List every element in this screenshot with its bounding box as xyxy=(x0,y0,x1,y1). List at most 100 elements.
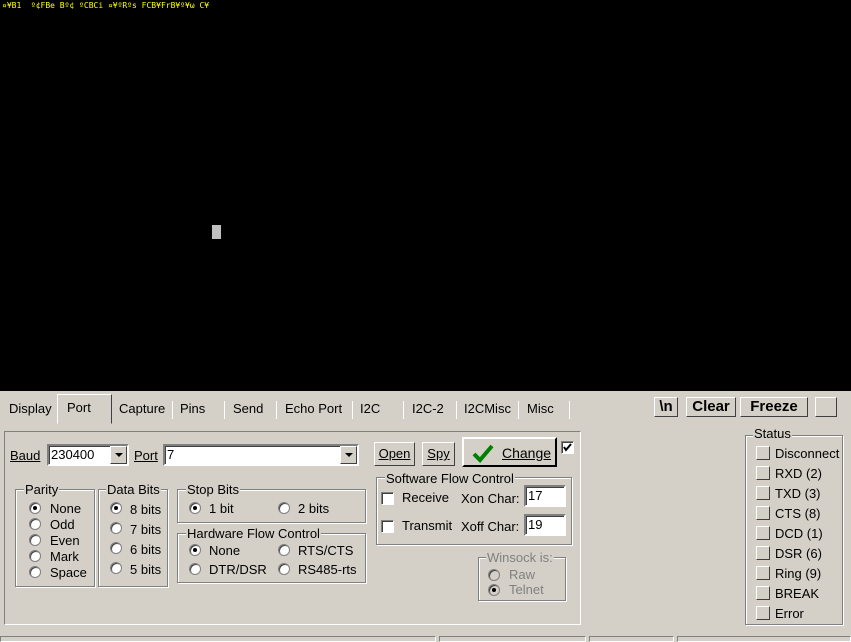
parity-mark-radio[interactable] xyxy=(29,550,41,562)
transmit-checkbox[interactable] xyxy=(381,520,394,533)
port-dropdown-arrow-icon[interactable] xyxy=(340,446,357,464)
status-cts-indicator xyxy=(756,506,770,520)
tab-separator xyxy=(352,401,353,419)
extra-toolbar-button[interactable] xyxy=(815,397,837,417)
tab-port-active[interactable]: Port xyxy=(57,394,112,424)
databits-8-label: 8 bits xyxy=(130,502,162,517)
stopbits-1-radio[interactable] xyxy=(189,502,201,514)
hwflow-rtscts-radio[interactable] xyxy=(278,544,290,556)
change-button[interactable]: Change xyxy=(462,437,557,467)
tab-separator xyxy=(518,401,519,419)
status-rxd-label: RXD (2) xyxy=(775,466,822,481)
port-value: 7 xyxy=(167,447,175,462)
receive-checkbox[interactable] xyxy=(381,492,394,505)
change-checkbox[interactable] xyxy=(561,441,574,454)
xoff-label: Xoff Char: xyxy=(461,519,520,534)
tab-i2c-2[interactable]: I2C-2 xyxy=(412,399,444,421)
checkmark-icon xyxy=(472,444,494,463)
tab-display[interactable]: Display xyxy=(9,399,52,421)
newline-button[interactable]: \n xyxy=(654,397,678,417)
parity-mark-label: Mark xyxy=(50,549,79,564)
parity-even-label: Even xyxy=(50,533,80,548)
terminal-screen[interactable]: ¤¥B1 º¢FBe Bº¢ ºCBCi ¤¥ºRºs FCB¥FrB¥º¥ω … xyxy=(0,0,851,391)
databits-5-radio[interactable] xyxy=(110,562,122,574)
status-txd-indicator xyxy=(756,486,770,500)
open-button[interactable]: Open xyxy=(374,442,415,466)
parity-none-label: None xyxy=(50,501,82,516)
status-ring-indicator xyxy=(756,566,770,580)
winsock-raw-label: Raw xyxy=(509,567,536,582)
transmit-label: Transmit xyxy=(402,518,453,533)
winsock-telnet-label: Telnet xyxy=(509,582,544,597)
status-disconnect-indicator xyxy=(756,446,770,460)
hwflow-rtscts-label: RTS/CTS xyxy=(298,543,354,558)
spy-button-label: Spy xyxy=(427,446,450,461)
tab-misc[interactable]: Misc xyxy=(527,399,554,421)
status-dsr-indicator xyxy=(756,546,770,560)
tab-pins[interactable]: Pins xyxy=(180,399,205,421)
databits-6-radio[interactable] xyxy=(110,542,122,554)
tab-i2cmisc[interactable]: I2CMisc xyxy=(464,399,511,421)
winsock-raw-radio[interactable] xyxy=(488,569,500,581)
tab-separator xyxy=(569,401,570,419)
hwflow-dtrdsr-radio[interactable] xyxy=(189,563,201,575)
status-dsr-label: DSR (6) xyxy=(775,546,822,561)
status-bar-pane xyxy=(439,636,586,642)
tab-capture[interactable]: Capture xyxy=(119,399,165,421)
freeze-button[interactable]: Freeze xyxy=(740,397,808,417)
clear-button[interactable]: Clear xyxy=(686,397,736,417)
xoff-input[interactable]: 19 xyxy=(524,514,566,536)
parity-none-radio[interactable] xyxy=(29,502,41,514)
terminal-text: ¤¥B1 º¢FBe Bº¢ ºCBCi ¤¥ºRºs FCB¥FrB¥º¥ω … xyxy=(2,1,210,10)
change-button-label: Change xyxy=(502,445,552,461)
stopbits-2-label: 2 bits xyxy=(298,501,330,516)
status-cts-label: CTS (8) xyxy=(775,506,821,521)
status-break-indicator xyxy=(756,586,770,600)
parity-title: Parity xyxy=(24,482,60,497)
stopbits-2-radio[interactable] xyxy=(278,502,290,514)
status-break-label: BREAK xyxy=(775,586,820,601)
xon-input[interactable]: 17 xyxy=(524,485,566,507)
parity-space-radio[interactable] xyxy=(29,566,41,578)
stopbits-title: Stop Bits xyxy=(186,482,241,497)
tab-separator xyxy=(172,401,173,419)
tab-echo-port[interactable]: Echo Port xyxy=(285,399,342,421)
baud-label: Baud xyxy=(10,448,41,463)
settings-area: Display Port Capture Pins Send Echo Port… xyxy=(0,391,851,642)
hwflow-rs485-label: RS485-rts xyxy=(298,562,357,577)
tab-separator xyxy=(224,401,225,419)
port-label: Port xyxy=(134,448,158,463)
port-select[interactable]: 7 xyxy=(163,444,359,466)
xon-value: 17 xyxy=(528,488,543,503)
status-rxd-indicator xyxy=(756,466,770,480)
status-bar-pane xyxy=(677,636,851,642)
hwflow-rs485-radio[interactable] xyxy=(278,563,290,575)
parity-odd-radio[interactable] xyxy=(29,518,41,530)
hwflow-none-label: None xyxy=(209,543,241,558)
status-bar-pane xyxy=(0,636,436,642)
parity-odd-label: Odd xyxy=(50,517,75,532)
status-error-indicator xyxy=(756,606,770,620)
status-disconnect-label: Disconnect xyxy=(775,446,840,461)
databits-title: Data Bits xyxy=(106,482,161,497)
status-dcd-label: DCD (1) xyxy=(775,526,823,541)
parity-even-radio[interactable] xyxy=(29,534,41,546)
status-error-label: Error xyxy=(775,606,804,621)
status-title: Status xyxy=(753,426,792,441)
tab-send[interactable]: Send xyxy=(233,399,263,421)
tab-i2c[interactable]: I2C xyxy=(360,399,380,421)
spy-button[interactable]: Spy xyxy=(422,442,455,466)
hwflow-dtrdsr-label: DTR/DSR xyxy=(209,562,267,577)
databits-8-radio[interactable] xyxy=(110,502,122,514)
baud-dropdown-arrow-icon[interactable] xyxy=(110,446,127,464)
baud-select[interactable]: 230400 xyxy=(47,444,129,466)
open-button-label: Open xyxy=(378,446,411,461)
xoff-value: 19 xyxy=(528,517,543,532)
winsock-telnet-radio[interactable] xyxy=(488,584,500,596)
hwflow-title: Hardware Flow Control xyxy=(186,526,321,541)
receive-label: Receive xyxy=(402,490,449,505)
status-txd-label: TXD (3) xyxy=(775,486,821,501)
tab-separator xyxy=(456,401,457,419)
hwflow-none-radio[interactable] xyxy=(189,544,201,556)
databits-7-radio[interactable] xyxy=(110,522,122,534)
